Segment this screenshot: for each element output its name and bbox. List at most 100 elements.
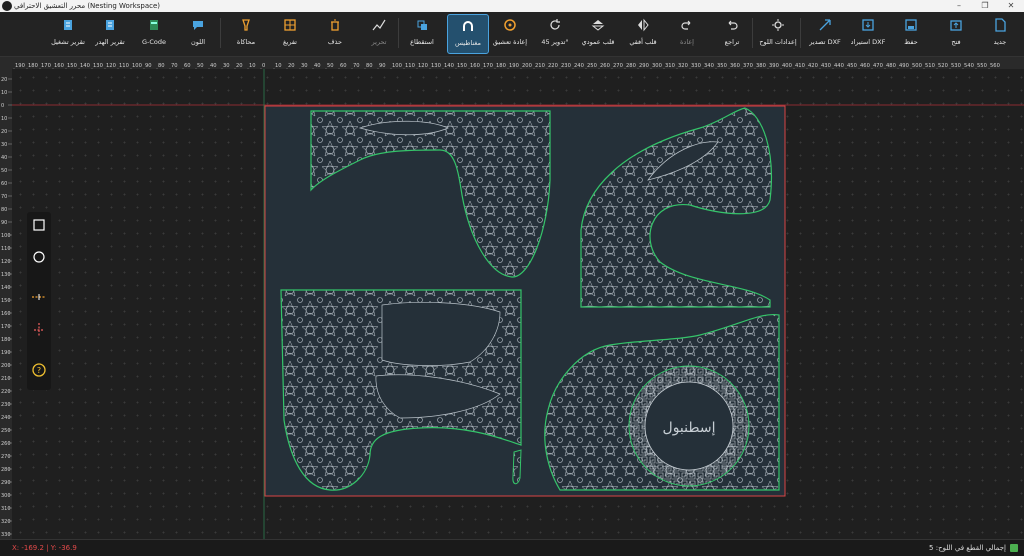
ruler-label: 20 xyxy=(1,129,7,135)
ruler-corner xyxy=(0,57,10,69)
window-title: محرر التعشيق الاحترافي (Nesting Workspac… xyxy=(14,2,161,10)
ruler-label: 140 xyxy=(1,285,11,291)
calligraphy-text: إسطنبول xyxy=(663,420,716,436)
flip-horizontal-button[interactable]: قلب أفقي xyxy=(623,14,663,52)
undo-button[interactable]: تراجع xyxy=(712,14,752,52)
help-icon[interactable]: ? xyxy=(31,362,47,378)
import-dxf-button[interactable]: استيراد DXF xyxy=(848,14,888,52)
ruler-label: 50 xyxy=(1,168,7,174)
ruler-label: 310 xyxy=(1,506,11,512)
undo-icon xyxy=(728,20,738,30)
cut-button[interactable]: تفريغ xyxy=(270,14,310,52)
vertical-ruler-ticks: 2010010203040506070809010011012013014015… xyxy=(1,77,12,538)
rotate-icon xyxy=(550,19,560,30)
ruler-label: 200 xyxy=(1,363,11,369)
ruler-label: 320 xyxy=(1,519,11,525)
ruler-label: 0 xyxy=(1,103,4,109)
ruler-label: 240 xyxy=(1,415,11,421)
ruler-label: 220 xyxy=(1,389,11,395)
ruler-label: 100 xyxy=(1,233,11,239)
grid-cut-icon xyxy=(284,19,296,31)
nesting-canvas[interactable]: إسطنبول xyxy=(0,69,1024,539)
ruler-label: 10 xyxy=(1,116,7,122)
import-icon xyxy=(862,19,874,31)
ruler-label: 20 xyxy=(1,77,7,83)
circle-tool-icon[interactable] xyxy=(31,249,47,265)
report-icon xyxy=(106,20,114,30)
ruler-label: 270 xyxy=(1,454,11,460)
color-button[interactable]: اللون xyxy=(178,14,218,52)
renest-button[interactable]: إعادة تعشيق xyxy=(490,14,530,52)
ruler-label: 80 xyxy=(1,207,7,213)
open-file-icon xyxy=(950,20,962,31)
renest-icon xyxy=(504,19,516,31)
ruler-label: 160 xyxy=(1,311,11,317)
rotate-45-button[interactable]: تدوير 45° xyxy=(535,14,575,52)
align-button[interactable]: استقطاع xyxy=(402,14,442,52)
ruler-label: 120 xyxy=(1,259,11,265)
save-button[interactable]: حفظ xyxy=(891,14,931,52)
ruler-label: 250 xyxy=(1,428,11,434)
status-bar: X: -169.2 | Y: -36.9 إجمالي القطع في الل… xyxy=(0,539,1024,556)
redo-button[interactable]: إعادة xyxy=(667,14,707,52)
flip-vertical-icon xyxy=(591,20,605,31)
ruler-label: 40 xyxy=(1,155,7,161)
trash-icon xyxy=(331,19,339,31)
delete-button[interactable]: حذف xyxy=(315,14,355,52)
edit-path-icon xyxy=(372,19,386,31)
waste-report-button[interactable]: تقرير الهدر xyxy=(90,14,130,52)
ruler-label: 70 xyxy=(1,194,7,200)
ruler-label: 190 xyxy=(1,350,11,356)
flip-horizontal-icon xyxy=(638,18,649,32)
ruler-label: 230 xyxy=(1,402,11,408)
ruler-label: 60 xyxy=(1,181,7,187)
ruler-label: 170 xyxy=(1,324,11,330)
title-bar: محرر التعشيق الاحترافي (Nesting Workspac… xyxy=(0,0,1024,12)
run-report-button[interactable]: تقرير تشغيل xyxy=(48,14,88,52)
ruler-label: 150 xyxy=(1,298,11,304)
rectangle-tool-icon[interactable] xyxy=(31,217,47,233)
ruler-label: 130 xyxy=(1,272,11,278)
new-file-icon xyxy=(995,18,1006,32)
main-toolbar: جديد فتح حفظ استيراد DXF تصدير DXF إعداد… xyxy=(0,12,1024,57)
app-icon xyxy=(2,1,12,11)
export-dxf-icon xyxy=(819,19,831,31)
magnet-icon xyxy=(463,21,473,31)
magnet-button[interactable]: مغناطيس xyxy=(447,14,489,54)
redo-icon xyxy=(681,20,691,30)
parts-status-icon xyxy=(1010,544,1018,552)
simulate-button[interactable]: محاكاة xyxy=(226,14,266,52)
toolbar-separator xyxy=(800,18,801,48)
line-tool-icon[interactable] xyxy=(31,289,47,305)
color-chat-icon xyxy=(193,21,203,30)
ruler-label: 330 xyxy=(1,532,11,538)
cursor-coordinates: X: -169.2 | Y: -36.9 xyxy=(12,544,77,552)
plate-settings-button[interactable]: إعدادات اللوح xyxy=(758,14,798,52)
gcode-button[interactable]: G-Code xyxy=(134,14,174,52)
total-parts-label: إجمالي القطع في اللوح: 5 xyxy=(929,544,1006,552)
export-dxf-button[interactable]: تصدير DXF xyxy=(805,14,845,52)
ruler-label: 300 xyxy=(1,493,11,499)
minimize-button[interactable]: – xyxy=(946,0,972,12)
close-button[interactable]: ✕ xyxy=(998,0,1024,12)
torch-icon xyxy=(242,19,250,31)
new-button[interactable]: جديد xyxy=(980,14,1020,52)
ruler-label: 90 xyxy=(1,220,7,226)
ruler-label: 260 xyxy=(1,441,11,447)
open-button[interactable]: فتح xyxy=(936,14,976,52)
ruler-label: 30 xyxy=(1,142,7,148)
ruler-label: 180 xyxy=(1,337,11,343)
nesting-drawing[interactable]: إسطنبول xyxy=(0,69,1024,539)
crosshair-tool-icon[interactable] xyxy=(31,322,47,338)
ruler-label: 290 xyxy=(1,480,11,486)
maximize-button[interactable]: ❐ xyxy=(972,0,998,12)
flip-vertical-button[interactable]: قلب عمودي xyxy=(578,14,618,52)
svg-text:?: ? xyxy=(37,366,41,375)
part-3-tab xyxy=(512,449,522,485)
gcode-icon xyxy=(150,20,158,30)
gear-icon xyxy=(772,19,784,31)
ruler-label: 10 xyxy=(1,90,7,96)
toolbar-separator xyxy=(752,18,753,48)
side-tool-panel: ? xyxy=(27,212,51,390)
edit-button[interactable]: تحرير xyxy=(359,14,399,52)
